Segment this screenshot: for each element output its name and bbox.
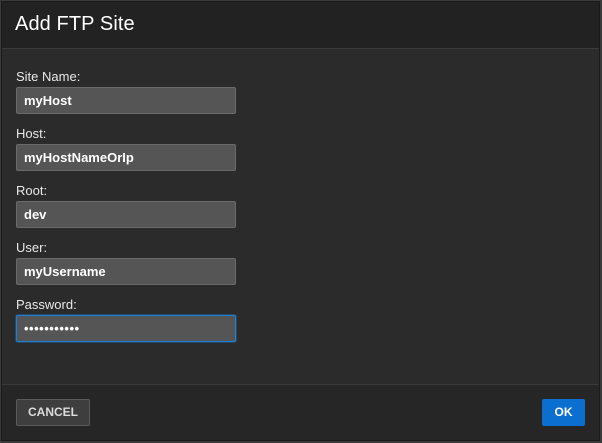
root-label: Root: xyxy=(16,183,48,198)
password-input[interactable] xyxy=(16,315,236,342)
password-label: Password: xyxy=(16,297,77,312)
site-name-label: Site Name: xyxy=(16,69,81,84)
host-label: Host: xyxy=(16,126,47,141)
host-input[interactable] xyxy=(16,144,236,171)
root-input[interactable] xyxy=(16,201,236,228)
user-label: User: xyxy=(16,240,48,255)
dialog-title: Add FTP Site xyxy=(15,13,135,35)
cancel-button[interactable]: CANCEL xyxy=(16,399,90,426)
add-ftp-site-dialog: Add FTP Site Site Name: Host: Root: User… xyxy=(1,1,600,441)
site-name-input[interactable] xyxy=(16,87,236,114)
ok-button[interactable]: OK xyxy=(542,399,585,426)
dialog-footer: CANCEL OK xyxy=(2,384,599,440)
dialog-header: Add FTP Site xyxy=(2,2,599,49)
user-input[interactable] xyxy=(16,258,236,285)
